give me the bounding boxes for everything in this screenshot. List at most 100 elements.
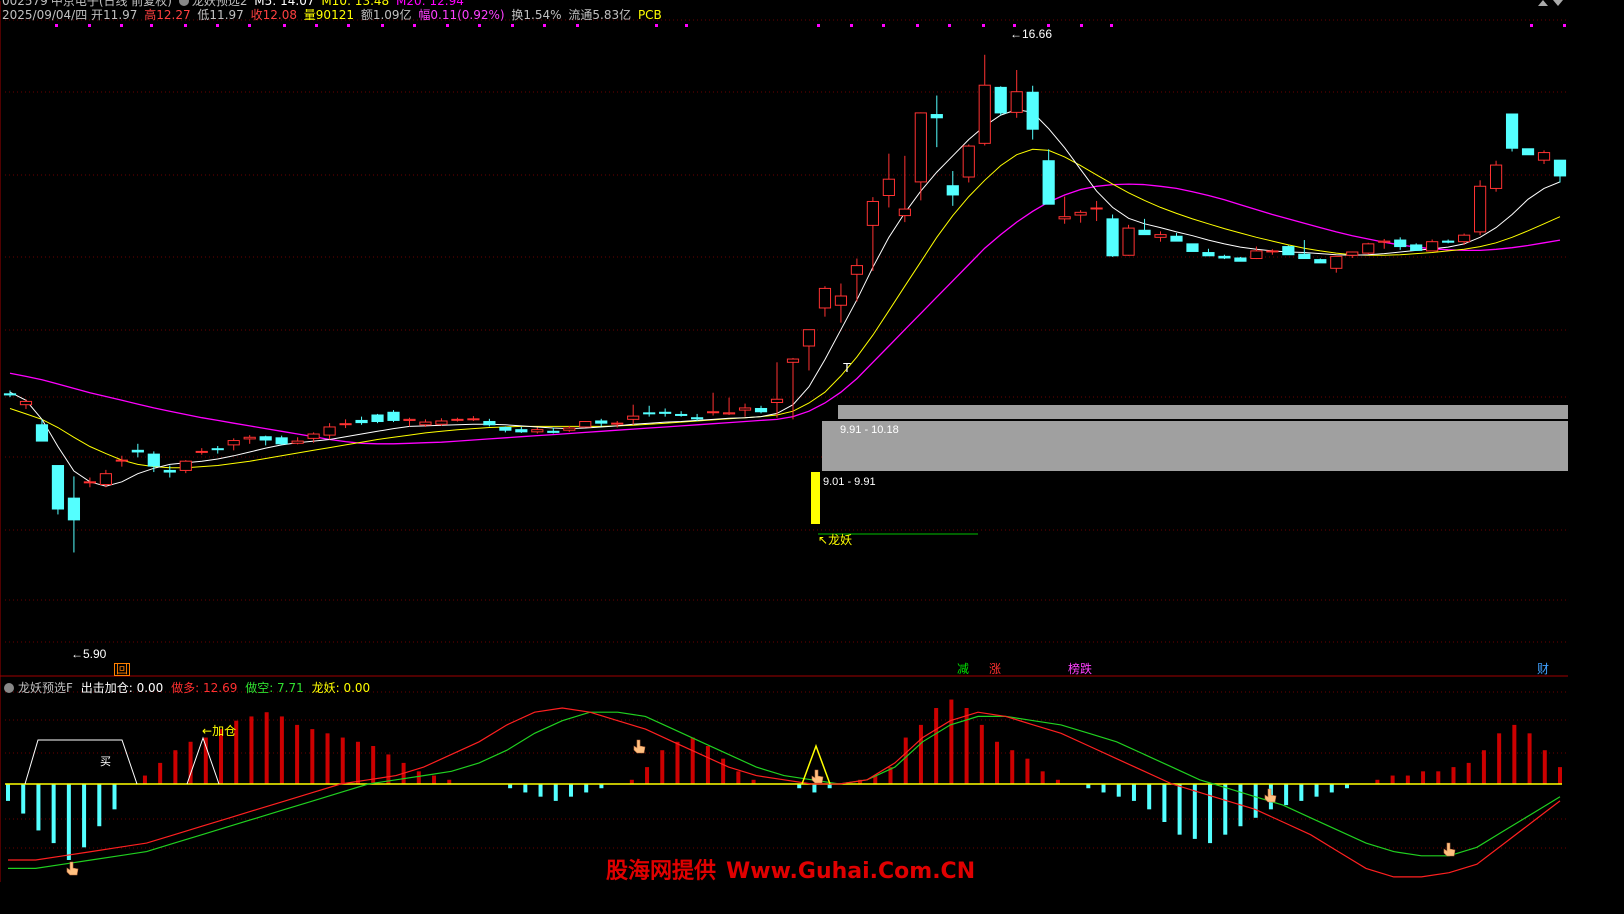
candle-up <box>1058 216 1071 220</box>
candle-down <box>1202 252 1215 257</box>
hui-marker[interactable]: 回 <box>114 663 131 676</box>
candle-up <box>1362 243 1375 254</box>
signal-bar <box>811 472 820 524</box>
signal-dot <box>817 24 820 27</box>
candle-up <box>1010 91 1023 113</box>
quote-amount: 额1.09亿 <box>360 8 412 22</box>
hist-bar-down <box>6 784 10 801</box>
signal-dot <box>1080 24 1083 27</box>
candle-down <box>643 412 656 415</box>
hist-bar-up <box>1025 758 1030 784</box>
hist-bar-up <box>918 724 923 784</box>
hist-bar-up <box>1497 733 1502 784</box>
candle-up <box>1474 185 1487 233</box>
candle-up <box>978 84 991 144</box>
hand-pointer-icon <box>811 769 824 784</box>
signal-dot <box>1047 24 1050 27</box>
signal-dot <box>850 24 853 27</box>
signal-dot <box>1110 24 1113 27</box>
hist-bar-up <box>903 737 908 784</box>
candle-up <box>227 440 240 446</box>
candle-up <box>1458 234 1471 243</box>
candle-down <box>3 393 17 396</box>
hist-bar-up <box>949 699 954 784</box>
candle-up <box>339 423 352 426</box>
stock-chart[interactable]: 9.91 - 10.18 9.01 - 9.91 ←16.66 ←5.90 ↖龙… <box>0 0 1568 882</box>
candle-down <box>1138 229 1151 236</box>
candle-up <box>291 440 304 444</box>
hist-bar-down <box>82 784 87 848</box>
scroll-down-icon[interactable] <box>1553 0 1563 6</box>
hist-bar-down <box>51 784 56 844</box>
hist-bar-down <box>568 784 573 797</box>
hist-bar-up <box>1512 724 1517 784</box>
stock-title-bar: 002579 中京电子(日线 前复权) 龙妖预选2 M5: 14.07 M10: … <box>2 0 467 7</box>
candle-down <box>547 430 560 433</box>
hist-bar-up <box>1558 767 1562 784</box>
indicator-panel-icon[interactable] <box>4 683 14 693</box>
hist-bar-down <box>97 784 102 827</box>
signal-dot <box>576 24 579 27</box>
hist-bar-up <box>1010 750 1015 784</box>
signal-dot <box>283 24 286 27</box>
buy-label: 买 <box>100 755 111 768</box>
candle-down <box>1314 259 1327 264</box>
signal-dot <box>315 24 318 27</box>
hist-bar-up <box>1527 733 1532 784</box>
longyao-tag-text: 龙妖 <box>828 533 852 547</box>
signal-dot <box>1563 24 1566 27</box>
signal-dot <box>916 24 919 27</box>
candle-up <box>403 418 416 421</box>
hist-bar-up <box>264 712 269 784</box>
candle-down <box>1106 218 1119 257</box>
candle-down <box>51 465 65 510</box>
candle-up <box>579 421 592 428</box>
candle-down <box>275 437 288 445</box>
hist-bar-up <box>979 724 984 784</box>
candle-down <box>1553 159 1567 177</box>
candle-down <box>659 411 672 414</box>
high-price-value: 16.66 <box>1022 27 1052 41</box>
hist-bar-up <box>310 729 315 784</box>
signal-dot <box>685 24 688 27</box>
signal-dot <box>1530 24 1533 27</box>
candle-down <box>1218 255 1231 259</box>
quote-low: 低11.97 <box>197 8 244 22</box>
quote-open: 开11.97 <box>91 8 138 22</box>
hand-pointer-icon <box>1264 788 1277 803</box>
candle-up <box>1090 207 1103 210</box>
candle-up <box>738 407 752 411</box>
zone-lower-label: 9.01 - 9.91 <box>823 476 876 488</box>
hist-bar-down <box>1116 784 1121 797</box>
long-line <box>8 707 1561 878</box>
hist-bar-down <box>1329 784 1334 793</box>
candle-down <box>35 424 49 442</box>
hist-bar-down <box>584 784 589 793</box>
event-jian[interactable]: 减 <box>957 663 969 676</box>
t-mark: T <box>843 360 851 375</box>
indicator-menu-icon[interactable] <box>178 0 189 6</box>
candle-down <box>259 436 272 441</box>
event-cai[interactable]: 财 <box>1537 663 1549 676</box>
hist-bar-up <box>1421 771 1426 784</box>
candle-up <box>1154 234 1167 238</box>
hist-bar-down <box>1208 784 1213 844</box>
scroll-up-icon[interactable] <box>1538 0 1548 6</box>
candle-up <box>611 422 624 425</box>
signal-dot <box>381 24 384 27</box>
candlestick-series[interactable] <box>3 54 1567 553</box>
buy-zone-shape <box>24 739 138 785</box>
indicator-title-bar: 龙妖预选F 出击加仓: 0.00 做多: 12.69 做空: 7.71 龙妖: … <box>4 679 374 696</box>
candle-down <box>1186 243 1199 252</box>
event-zhang[interactable]: 涨 <box>989 663 1001 676</box>
ma5-value: M5: 14.07 <box>254 0 315 8</box>
signal-dot <box>655 24 658 27</box>
signal-dot <box>478 24 481 27</box>
signal-dot <box>88 24 91 27</box>
out-add-value: 出击加仓: 0.00 <box>80 681 164 695</box>
quote-change: 幅0.11(0.92%) <box>418 8 505 22</box>
candle-down <box>163 469 176 473</box>
candle-up <box>1489 164 1503 189</box>
event-bangdie[interactable]: 榜跌 <box>1068 663 1092 676</box>
hist-bar-up <box>416 771 421 784</box>
